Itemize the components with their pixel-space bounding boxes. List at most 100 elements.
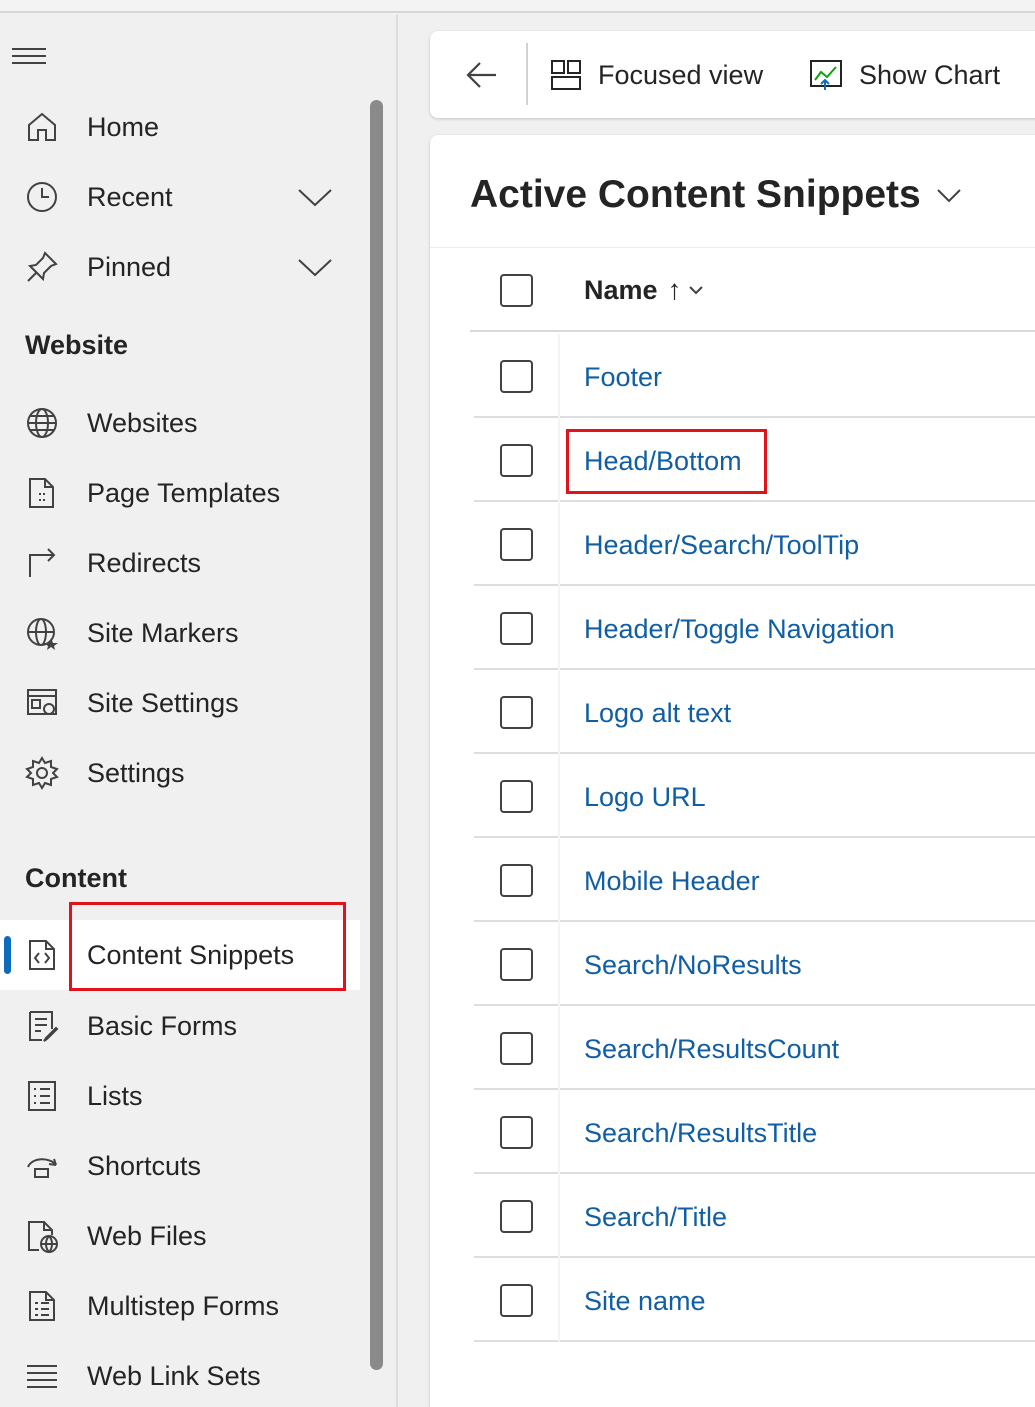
row-name-link[interactable]: Header/Toggle Navigation xyxy=(584,614,895,645)
row-name-link[interactable]: Footer xyxy=(584,362,662,393)
table-row[interactable]: Header/Search/ToolTip xyxy=(474,502,1035,586)
row-checkbox[interactable] xyxy=(500,528,533,561)
cell-divider xyxy=(558,754,560,838)
table-row[interactable]: Footer xyxy=(474,334,1035,418)
sidebar-item-site-markers[interactable]: Site Markers xyxy=(0,598,360,668)
sidebar-item-label: Multistep Forms xyxy=(87,1290,280,1321)
globe-icon xyxy=(24,405,60,441)
sidebar-item-site-settings[interactable]: Site Settings xyxy=(0,668,360,738)
sidebar-item-label: Websites xyxy=(87,407,198,438)
row-checkbox[interactable] xyxy=(500,696,533,729)
cell-divider xyxy=(558,922,560,1006)
main-panel: Active Content Snippets Name ↑ Footer Hea… xyxy=(430,135,1035,1407)
shortcut-icon xyxy=(24,1148,60,1184)
row-name-link[interactable]: Logo alt text xyxy=(584,698,731,729)
table-row[interactable]: Head/Bottom xyxy=(474,418,1035,502)
sidebar-item-web-link-sets[interactable]: Web Link Sets xyxy=(0,1341,360,1407)
view-selector[interactable]: Active Content Snippets xyxy=(470,173,963,217)
table-row[interactable]: Search/ResultsTitle xyxy=(474,1090,1035,1174)
sidebar-item-websites[interactable]: Websites xyxy=(0,388,360,458)
sidebar-item-redirects[interactable]: Redirects xyxy=(0,528,360,598)
web-file-icon xyxy=(24,1218,60,1254)
row-checkbox[interactable] xyxy=(500,780,533,813)
select-all-checkbox[interactable] xyxy=(500,274,533,307)
focused-view-label: Focused view xyxy=(598,59,764,90)
column-header-label: Name xyxy=(584,274,658,305)
row-name-link[interactable]: Mobile Header xyxy=(584,866,760,897)
page-template-icon xyxy=(24,475,60,511)
focused-view-button[interactable]: Focused view xyxy=(550,53,763,97)
table-row[interactable]: Search/NoResults xyxy=(474,922,1035,1006)
row-name-link[interactable]: Head/Bottom xyxy=(584,446,742,477)
table-row[interactable]: Site name xyxy=(474,1258,1035,1342)
row-checkbox[interactable] xyxy=(500,864,533,897)
cell-divider xyxy=(558,1006,560,1090)
sidebar-item-shortcuts[interactable]: Shortcuts xyxy=(0,1131,360,1201)
home-icon xyxy=(24,109,60,145)
globe-star-icon xyxy=(24,615,60,651)
row-checkbox[interactable] xyxy=(500,612,533,645)
cell-divider xyxy=(558,670,560,754)
chevron-down-icon[interactable] xyxy=(296,184,334,210)
chart-icon xyxy=(810,60,842,90)
sidebar-item-web-files[interactable]: Web Files xyxy=(0,1201,360,1271)
cell-divider xyxy=(558,1258,560,1342)
sidebar-item-settings[interactable]: Settings xyxy=(0,738,360,808)
hamburger-menu-icon[interactable] xyxy=(12,48,46,70)
sidebar-item-home[interactable]: Home xyxy=(0,92,360,162)
row-name-link[interactable]: Search/NoResults xyxy=(584,950,802,981)
table-row[interactable]: Logo URL xyxy=(474,754,1035,838)
clock-icon xyxy=(24,179,60,215)
sidebar-item-label: Redirects xyxy=(87,547,202,578)
sidebar-scrollbar[interactable] xyxy=(370,100,383,1370)
sidebar-item-lists[interactable]: Lists xyxy=(0,1061,360,1131)
row-name-link[interactable]: Search/Title xyxy=(584,1202,727,1233)
row-name-link[interactable]: Header/Search/ToolTip xyxy=(584,530,859,561)
sort-ascending-icon: ↑ xyxy=(667,274,682,305)
cell-divider xyxy=(558,838,560,922)
command-bar: Focused view Show Chart xyxy=(430,31,1035,118)
row-checkbox[interactable] xyxy=(500,1116,533,1149)
table-row[interactable]: Search/ResultsCount xyxy=(474,1006,1035,1090)
sidebar-item-label: Content Snippets xyxy=(87,939,295,970)
cell-divider xyxy=(558,586,560,670)
sidebar-item-basic-forms[interactable]: Basic Forms xyxy=(0,991,360,1061)
back-arrow-icon[interactable] xyxy=(462,55,502,95)
table-row[interactable]: Logo alt text xyxy=(474,670,1035,754)
row-name-link[interactable]: Logo URL xyxy=(584,782,706,813)
multistep-form-icon xyxy=(24,1288,60,1324)
row-checkbox[interactable] xyxy=(500,1032,533,1065)
show-chart-button[interactable]: Show Chart xyxy=(809,53,1000,97)
chevron-down-icon xyxy=(688,286,703,295)
sidebar-item-pinned[interactable]: Pinned xyxy=(0,232,360,302)
row-checkbox[interactable] xyxy=(500,444,533,477)
row-checkbox[interactable] xyxy=(500,1284,533,1317)
sidebar-item-recent[interactable]: Recent xyxy=(0,162,360,232)
cell-divider xyxy=(558,1174,560,1258)
sidebar-item-page-templates[interactable]: Page Templates xyxy=(0,458,360,528)
focused-view-icon xyxy=(551,60,581,90)
row-checkbox[interactable] xyxy=(500,948,533,981)
sidebar-item-label: Settings xyxy=(87,757,185,788)
column-header-name[interactable]: Name ↑ xyxy=(584,274,704,306)
chevron-down-icon[interactable] xyxy=(296,254,334,280)
cell-divider xyxy=(558,418,560,502)
cell-divider xyxy=(558,1090,560,1174)
row-name-link[interactable]: Site name xyxy=(584,1286,706,1317)
row-name-link[interactable]: Search/ResultsCount xyxy=(584,1034,839,1065)
row-checkbox[interactable] xyxy=(500,1200,533,1233)
table-row[interactable]: Header/Toggle Navigation xyxy=(474,586,1035,670)
table-row[interactable]: Search/Title xyxy=(474,1174,1035,1258)
sidebar-item-content-snippets[interactable]: Content Snippets xyxy=(0,920,360,990)
sidebar-item-label: Shortcuts xyxy=(87,1150,202,1181)
form-icon xyxy=(24,1008,60,1044)
command-separator xyxy=(526,43,528,105)
redirect-icon xyxy=(24,545,60,581)
window-top-edge xyxy=(0,0,1035,13)
row-checkbox[interactable] xyxy=(500,360,533,393)
row-name-link[interactable]: Search/ResultsTitle xyxy=(584,1118,817,1149)
show-chart-label: Show Chart xyxy=(859,59,1001,90)
sidebar-item-label: Page Templates xyxy=(87,477,281,508)
table-row[interactable]: Mobile Header xyxy=(474,838,1035,922)
sidebar-item-multistep-forms[interactable]: Multistep Forms xyxy=(0,1271,360,1341)
